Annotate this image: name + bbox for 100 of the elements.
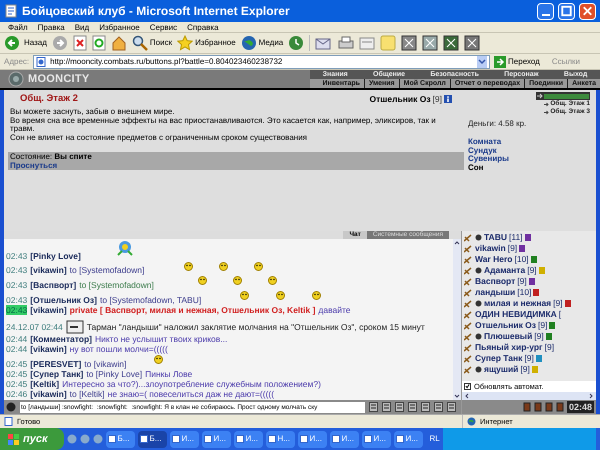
private-recipients[interactable]: private [ Васпворт, милая и нежная, Отшельник Оз, Keltik ]: [70, 305, 316, 315]
taskbar-button[interactable]: И...: [234, 430, 263, 448]
place-link[interactable]: Сундук: [468, 146, 497, 155]
place-link[interactable]: Сувениры: [468, 155, 509, 164]
sword-icon[interactable]: [464, 278, 473, 286]
sword-icon[interactable]: [464, 256, 473, 264]
author-name[interactable]: [Pinky Love]: [30, 251, 81, 261]
author-name[interactable]: [Васпворт]: [30, 280, 76, 290]
square-tool-icon[interactable]: [422, 35, 438, 51]
back-button[interactable]: Назад: [4, 35, 47, 51]
taskbar-button[interactable]: И...: [298, 430, 327, 448]
taskbar-button[interactable]: И...: [330, 430, 359, 448]
user-name[interactable]: ландыши: [475, 287, 516, 298]
sword-icon[interactable]: [464, 244, 473, 252]
menu-item[interactable]: Справка: [187, 22, 219, 32]
sword-icon[interactable]: [464, 332, 473, 340]
character-name[interactable]: Отшельник Оз: [370, 92, 431, 106]
user-badge[interactable]: [524, 234, 531, 241]
head-icon[interactable]: [6, 402, 16, 412]
square-tool-icon[interactable]: [401, 35, 418, 51]
menu-item[interactable]: Правка: [38, 22, 65, 32]
favorites-button[interactable]: Избранное: [177, 35, 236, 51]
user-badge[interactable]: [533, 289, 540, 296]
taskbar-button[interactable]: И...: [394, 430, 423, 448]
taskbar-button[interactable]: Б...: [138, 430, 167, 448]
user-badge[interactable]: [530, 256, 537, 263]
place-link[interactable]: Комната: [468, 138, 502, 146]
square-tool-icon[interactable]: [464, 35, 480, 51]
taskbar-button[interactable]: И...: [170, 430, 199, 448]
refresh-icon[interactable]: [92, 35, 106, 51]
search-button[interactable]: Поиск: [132, 35, 172, 51]
user-badge[interactable]: [519, 245, 526, 252]
taskbar-button[interactable]: И...: [202, 430, 231, 448]
user-name[interactable]: Супер Танк: [475, 353, 522, 364]
recipient-text[interactable]: to [Systemofadown, TABU]: [100, 295, 202, 305]
author-name[interactable]: [vikawin]: [30, 265, 67, 275]
horizontal-scrollbar[interactable]: [462, 392, 596, 400]
taskbar-button[interactable]: Б...: [106, 430, 135, 448]
user-badge[interactable]: [536, 355, 542, 362]
user-name[interactable]: Плюшевый: [484, 331, 532, 342]
taskbar-button[interactable]: Н...: [266, 430, 295, 448]
user-badge[interactable]: [549, 322, 556, 329]
user-badge[interactable]: [564, 300, 571, 307]
author-name[interactable]: [vikawin]: [30, 305, 67, 315]
sword-icon[interactable]: [464, 310, 473, 318]
start-button[interactable]: пуск: [0, 428, 64, 450]
printer-icon[interactable]: [338, 35, 354, 51]
sword-icon[interactable]: [464, 354, 473, 362]
sword-icon[interactable]: [464, 288, 473, 296]
smiley-icon: [268, 276, 277, 285]
close-button[interactable]: [579, 2, 596, 20]
sword-icon[interactable]: [464, 344, 473, 352]
author-name[interactable]: [PERESVET]: [30, 359, 82, 369]
media-button[interactable]: Медиа: [240, 35, 284, 51]
user-name[interactable]: милая и нежная: [484, 298, 552, 309]
menu-item[interactable]: Вид: [74, 22, 90, 32]
menu-item[interactable]: Сервис: [150, 22, 178, 32]
wake-link[interactable]: Проснуться: [10, 161, 58, 170]
stop-icon[interactable]: [72, 35, 87, 51]
place-link[interactable]: Сон: [468, 164, 484, 172]
recipient-text[interactable]: to [vikawin]: [84, 359, 126, 369]
user-name[interactable]: Васпворт: [475, 276, 516, 287]
user-name[interactable]: Пьяный хир-ург: [475, 342, 543, 353]
user-level: [9]: [524, 353, 534, 364]
chat-scrollbar[interactable]: [453, 239, 461, 400]
user-name[interactable]: War Hero: [475, 254, 512, 265]
user-name[interactable]: Отшельник Оз: [475, 320, 536, 331]
home-icon[interactable]: [110, 35, 127, 51]
taskbar-button[interactable]: И...: [362, 430, 391, 448]
user-badge[interactable]: [546, 333, 552, 340]
menu-item[interactable]: Файл: [8, 22, 28, 32]
user-name[interactable]: ОДИН НЕВИДИМКА: [475, 309, 557, 320]
sword-icon[interactable]: [464, 322, 473, 330]
sword-icon[interactable]: [464, 366, 473, 374]
author-name[interactable]: [Отшельник Оз]: [30, 295, 97, 305]
recipient-text[interactable]: to [Pinky Love]: [86, 369, 142, 379]
go-button[interactable]: Переход: [494, 56, 540, 68]
recipient-text[interactable]: to [Systemofadown]: [70, 265, 144, 275]
user-name[interactable]: ящуший: [484, 364, 518, 375]
address-field[interactable]: http://mooncity.combats.ru/buttons.pl?battle=0.804023460238732: [33, 54, 490, 68]
history-icon[interactable]: [288, 35, 304, 51]
user-name[interactable]: TABU: [484, 232, 507, 243]
maximize-button[interactable]: [558, 2, 575, 20]
author-name[interactable]: [Комментатор]: [30, 334, 92, 344]
user-name[interactable]: Адаманта: [484, 265, 526, 276]
recipient-text[interactable]: to [Systemofadown]: [79, 280, 154, 290]
recipient-text[interactable]: to [Keltik]: [70, 389, 105, 399]
menu-item[interactable]: Избранное: [99, 22, 140, 32]
sword-icon[interactable]: [464, 234, 473, 242]
author-name[interactable]: [Keltik]: [30, 379, 60, 389]
author-name[interactable]: [vikawin]: [30, 344, 67, 354]
user-name[interactable]: vikawin: [475, 243, 506, 254]
author-name[interactable]: [vikawin]: [30, 389, 67, 399]
info-icon[interactable]: [444, 95, 452, 104]
author-name[interactable]: [Супер Танк]: [30, 369, 84, 379]
square-tool-icon[interactable]: [443, 35, 460, 51]
sword-icon[interactable]: [464, 266, 473, 274]
minimize-button[interactable]: [537, 2, 554, 20]
user-badge[interactable]: [528, 278, 535, 285]
sword-icon[interactable]: [464, 300, 473, 308]
